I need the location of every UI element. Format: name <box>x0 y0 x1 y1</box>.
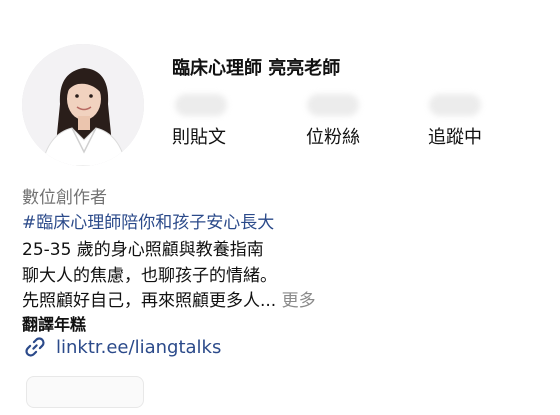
bio-line-2: 聊大人的焦慮，也聊孩子的情緒。 <box>22 266 277 286</box>
bio-line-1: 25-35 歲的身心照顧與教養指南 <box>22 240 264 260</box>
followers-label: 位粉絲 <box>306 127 360 148</box>
display-name: 臨床心理師 亮亮老師 <box>172 58 341 79</box>
posts-label: 則貼文 <box>172 127 226 148</box>
posts-count-blurred <box>175 94 227 116</box>
bio-hashtag-link[interactable]: #臨床心理師陪你和孩子安心長大 <box>22 208 274 233</box>
posts-stat[interactable]: 則貼文 <box>146 94 256 149</box>
followers-count-blurred <box>307 94 359 116</box>
translate-button[interactable]: 翻譯年糕 <box>22 311 86 335</box>
top-cropped-text <box>0 0 560 12</box>
link-url: linktr.ee/liangtalks <box>56 336 222 358</box>
cropped-button-edge[interactable] <box>26 376 144 408</box>
following-count-blurred <box>429 94 481 116</box>
avatar-illustration <box>22 44 144 166</box>
followers-stat[interactable]: 位粉絲 <box>278 94 388 149</box>
avatar[interactable] <box>22 44 144 166</box>
external-link[interactable]: linktr.ee/liangtalks <box>22 334 221 360</box>
bio-line-3-text: 先照顧好自己，再來照顧更多人... <box>22 291 277 311</box>
more-link[interactable]: 更多 <box>282 291 316 311</box>
profile-category: 數位創作者 <box>22 188 107 208</box>
following-stat[interactable]: 追蹤中 <box>400 94 510 149</box>
bio-line-3: 先照顧好自己，再來照顧更多人... 更多 <box>22 286 316 311</box>
following-label: 追蹤中 <box>428 127 482 148</box>
link-icon <box>25 337 45 357</box>
